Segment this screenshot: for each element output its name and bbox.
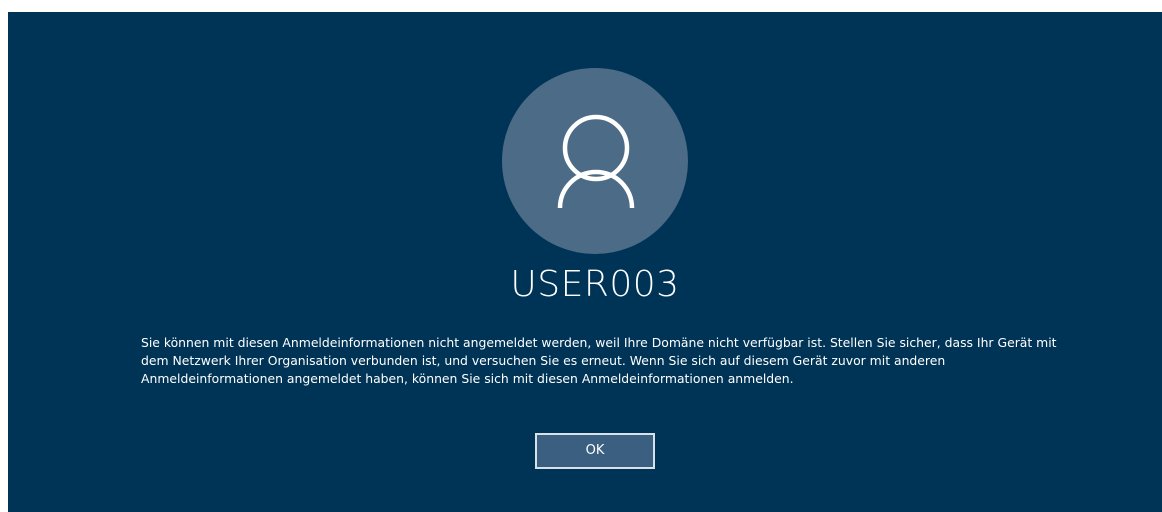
error-message: Sie können mit diesen Anmeldeinformation… xyxy=(141,335,1057,386)
user-icon xyxy=(557,114,635,209)
username-label: USER003 xyxy=(510,264,680,305)
avatar xyxy=(502,68,688,254)
ok-button[interactable]: OK xyxy=(535,433,655,469)
login-screen: USER003 Sie können mit diesen Anmeldeinf… xyxy=(8,12,1162,512)
